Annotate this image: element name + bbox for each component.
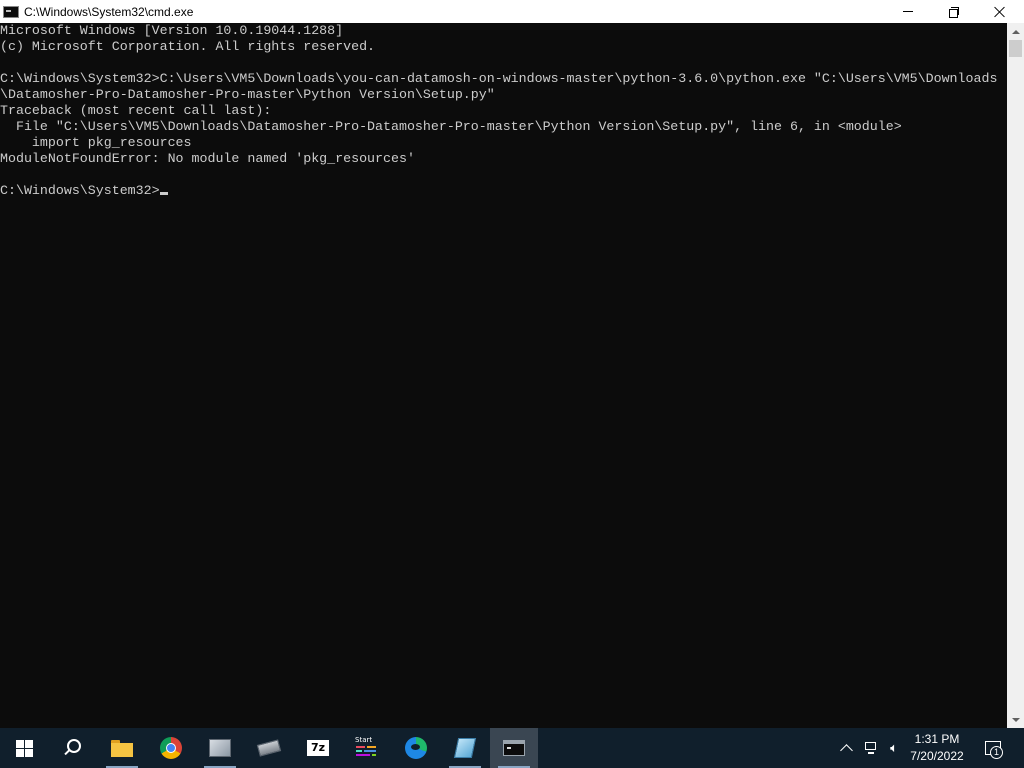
taskbar-notepad[interactable]	[441, 728, 489, 768]
scroll-down-button[interactable]	[1007, 711, 1024, 728]
vertical-scrollbar[interactable]	[1007, 23, 1024, 728]
taskbar-file-explorer[interactable]	[98, 728, 146, 768]
taskbar: 7z Start 🔈︎ 1:31 PM 7/20/2022 1	[0, 728, 1024, 768]
minimize-icon	[903, 11, 913, 12]
taskbar-7zip[interactable]: 7z	[294, 728, 342, 768]
clock-button[interactable]: 1:31 PM 7/20/2022	[902, 731, 972, 765]
arrow-down-icon	[1011, 717, 1020, 722]
console-line: ModuleNotFoundError: No module named 'pk…	[0, 151, 415, 166]
search-button[interactable]	[48, 728, 96, 768]
show-hidden-icons-button[interactable]	[838, 738, 854, 758]
console-output[interactable]: Microsoft Windows [Version 10.0.19044.12…	[0, 23, 1007, 728]
scrollbar-thumb[interactable]	[1009, 40, 1022, 57]
volume-button[interactable]: 🔈︎	[884, 738, 904, 758]
notepad-icon	[453, 738, 477, 758]
taskbar-start-app[interactable]: Start	[343, 728, 391, 768]
chevron-up-icon	[839, 744, 853, 757]
7zip-icon: 7z	[307, 740, 329, 756]
network-button[interactable]	[862, 738, 880, 758]
taskbar-app-2[interactable]	[245, 728, 293, 768]
scroll-up-button[interactable]	[1007, 23, 1024, 40]
console-prompt: C:\Windows\System32>	[0, 183, 160, 198]
gray-app-icon	[209, 739, 231, 757]
start-app-label: Start	[355, 736, 373, 744]
console-prompt-line[interactable]: C:\Windows\System32>	[0, 183, 1007, 199]
start-button[interactable]	[0, 728, 48, 768]
search-icon	[63, 739, 81, 757]
windows-logo-icon	[15, 739, 33, 757]
close-icon	[994, 6, 1006, 18]
gray-app-2-icon	[256, 739, 282, 757]
taskbar-cmd[interactable]	[490, 728, 538, 768]
chrome-icon	[160, 737, 182, 759]
console-line: Traceback (most recent call last):	[0, 103, 272, 118]
clock-date: 7/20/2022	[910, 749, 964, 763]
text-cursor	[159, 192, 168, 195]
clock-time: 1:31 PM	[914, 732, 960, 746]
start-app-icon: Start	[355, 736, 379, 760]
cmd-icon	[503, 740, 525, 756]
console-line: \Datamosher-Pro-Datamosher-Pro-master\Py…	[0, 87, 495, 102]
close-button[interactable]	[977, 0, 1023, 23]
volume-icon: 🔈︎	[890, 740, 898, 756]
notification-count-badge: 1	[990, 746, 1003, 759]
cmd-app-icon	[3, 5, 19, 18]
restore-button[interactable]	[931, 0, 977, 23]
window-title-bar[interactable]: C:\Windows\System32\cmd.exe	[0, 0, 1024, 23]
file-explorer-icon	[111, 739, 133, 757]
console-line: import pkg_resources	[0, 135, 192, 150]
restore-icon	[949, 6, 959, 18]
console-line: File "C:\Users\VM5\Downloads\Datamosher-…	[0, 119, 902, 134]
window-title: C:\Windows\System32\cmd.exe	[24, 4, 194, 19]
console-line: C:\Windows\System32>C:\Users\VM5\Downloa…	[0, 71, 998, 86]
arrow-up-icon	[1011, 29, 1020, 34]
console-line: (c) Microsoft Corporation. All rights re…	[0, 39, 376, 54]
network-icon	[863, 741, 879, 755]
taskbar-chrome[interactable]	[147, 728, 195, 768]
edge-icon	[405, 737, 427, 759]
taskbar-edge[interactable]	[392, 728, 440, 768]
taskbar-app-1[interactable]	[196, 728, 244, 768]
console-line: Microsoft Windows [Version 10.0.19044.12…	[0, 23, 344, 38]
minimize-button[interactable]	[885, 0, 931, 23]
